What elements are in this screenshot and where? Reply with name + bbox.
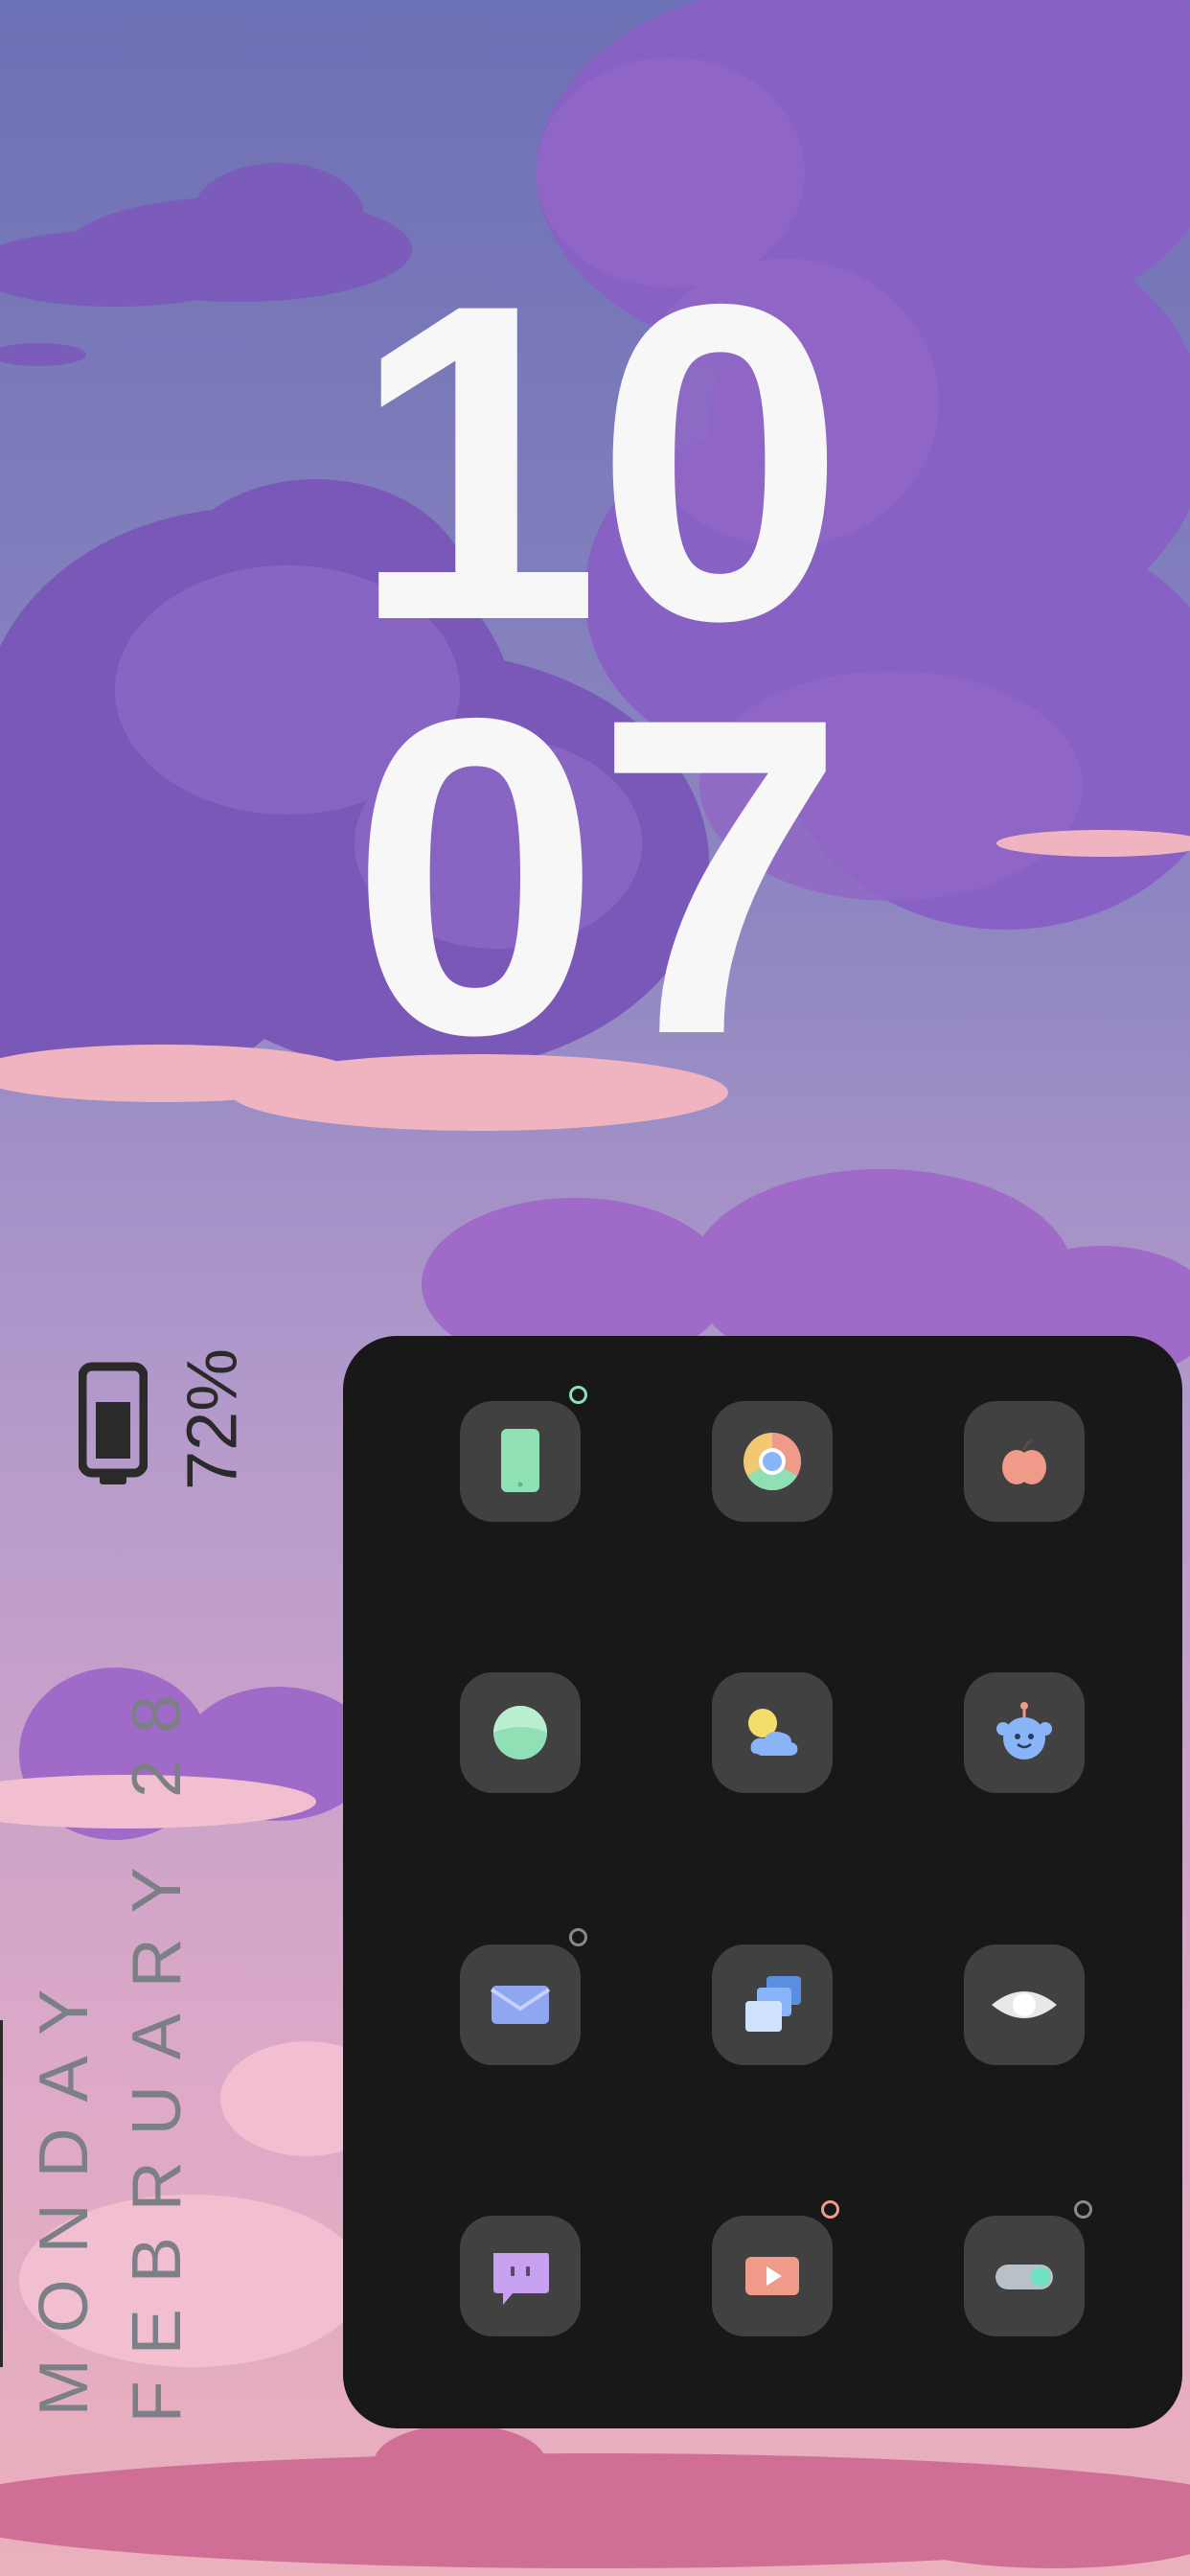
mail-app[interactable] (460, 1944, 581, 2065)
chrome-app[interactable] (712, 1401, 833, 1522)
chrome-icon (744, 1433, 802, 1491)
app-drawer-panel (343, 1336, 1182, 2428)
bot-icon (996, 1702, 1052, 1760)
apple-app[interactable] (964, 1401, 1085, 1522)
youtube-app[interactable] (712, 2216, 833, 2336)
phone-app[interactable] (460, 1401, 581, 1522)
notification-dot (569, 1928, 587, 1946)
gallery-app[interactable] (712, 1944, 833, 2065)
clock-hours: 10 (350, 211, 846, 714)
gallery-icon (745, 1976, 801, 2032)
notification-dot (1074, 2200, 1092, 2219)
play-icon (745, 2257, 799, 2295)
accent-divider (0, 2020, 3, 2367)
phone-app-icon (501, 1429, 539, 1492)
bot-app[interactable] (964, 1672, 1085, 1793)
chat-app[interactable] (460, 2216, 581, 2336)
weather-icon (748, 1709, 798, 1756)
apple-icon (1002, 1438, 1046, 1484)
green-circle-app[interactable] (460, 1672, 581, 1793)
battery-icon (78, 1361, 149, 1490)
weather-app[interactable] (712, 1672, 833, 1793)
toggle-app[interactable] (964, 2216, 1085, 2336)
clock-minutes: 07 (350, 625, 846, 1128)
notification-dot (821, 2200, 839, 2219)
weekday-label: MONDAY (26, 1963, 103, 2417)
green-circle-icon (493, 1706, 547, 1760)
chat-icon (493, 2253, 549, 2305)
battery-percent-label: 72% (172, 1347, 252, 1491)
month-day-label: FEBRUARY 28 (119, 1668, 195, 2424)
toggle-icon (995, 2265, 1053, 2289)
mail-icon (490, 1986, 551, 2024)
eye-icon (992, 1991, 1057, 2018)
notification-dot (569, 1386, 587, 1404)
eye-app[interactable] (964, 1944, 1085, 2065)
